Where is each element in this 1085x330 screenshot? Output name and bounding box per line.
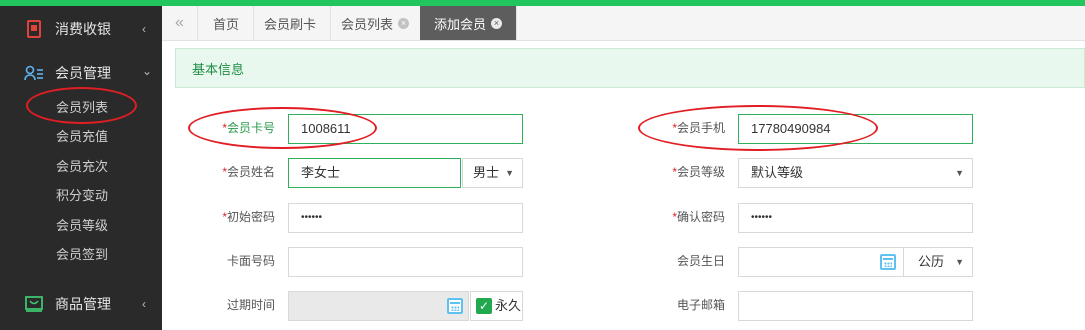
tab-label: 首页 xyxy=(213,16,240,32)
phone-label: *会员手机 xyxy=(672,121,725,135)
level-label: *会员等级 xyxy=(672,165,725,179)
tab-home[interactable]: 首页 xyxy=(199,6,255,40)
email-label: 电子邮箱 xyxy=(676,298,725,312)
sidebar-group-label: 会员管理 xyxy=(55,65,111,81)
close-icon[interactable]: × xyxy=(491,17,503,29)
phone-input[interactable]: 17780490984 xyxy=(738,114,973,144)
calendar-type-select[interactable]: 公历 ▼ xyxy=(903,247,973,277)
chevron-left-icon: ‹ xyxy=(142,297,146,311)
init-password-input[interactable]: •••••• xyxy=(288,203,523,233)
chevron-down-icon: ⌄ xyxy=(142,64,153,78)
confirm-password-input[interactable]: •••••• xyxy=(738,203,973,233)
tab-bar: « 首页 会员刷卡 会员列表 × 添加会员 × xyxy=(162,6,1085,41)
checkbox-checked-icon[interactable]: ✓ xyxy=(476,298,492,314)
chevron-left-icon: ‹ xyxy=(142,22,146,36)
confirm-password-label: *确认密码 xyxy=(672,210,725,224)
card-face-no-label: 卡面号码 xyxy=(226,254,275,268)
sidebar-item-member-recharge[interactable]: 会员充值 xyxy=(56,127,108,147)
sidebar-item-points-change[interactable]: 积分变动 xyxy=(56,186,108,206)
goods-icon xyxy=(24,294,44,314)
sidebar-group-label: 消费收银 xyxy=(55,21,111,37)
forever-label: 永久 xyxy=(495,298,522,313)
card-face-no-input[interactable] xyxy=(288,247,523,277)
birthday-label: 会员生日 xyxy=(676,254,725,268)
sidebar-group-goods[interactable]: 商品管理 ‹ xyxy=(0,286,162,322)
section-title: 基本信息 xyxy=(192,61,245,77)
tab-scroll-left-button[interactable]: « xyxy=(162,6,198,40)
close-icon[interactable]: × xyxy=(398,17,410,29)
init-password-label: *初始密码 xyxy=(222,210,275,224)
gender-select[interactable]: 男士 ▼ xyxy=(462,158,523,188)
sidebar-group-label: 商品管理 xyxy=(55,296,111,312)
caret-down-icon: ▼ xyxy=(505,168,514,178)
section-header: 基本信息 xyxy=(175,48,1085,88)
tab-add-member[interactable]: 添加会员 × xyxy=(420,6,518,40)
tab-member-list[interactable]: 会员列表 × xyxy=(327,6,425,40)
tab-label: 添加会员 xyxy=(434,16,487,32)
expire-label: 过期时间 xyxy=(226,298,275,312)
tab-label: 会员列表 xyxy=(341,16,394,32)
sidebar: 消费收银 ‹ 会员管理 ⌄ 会员列表 会员充值 会员充次 积分变动 会员等级 会… xyxy=(0,6,162,330)
forever-checkbox-group[interactable]: ✓ 永久 xyxy=(470,291,523,321)
cashier-icon xyxy=(24,19,44,39)
calendar-icon[interactable] xyxy=(880,254,896,270)
expire-input[interactable] xyxy=(288,291,469,321)
name-label: *会员姓名 xyxy=(222,165,275,179)
caret-down-icon: ▼ xyxy=(955,168,964,178)
caret-down-icon: ▼ xyxy=(955,257,964,267)
sidebar-item-member-checkin[interactable]: 会员签到 xyxy=(56,245,108,265)
name-input[interactable]: 李女士 xyxy=(288,158,461,188)
card-no-input[interactable]: 1008611 xyxy=(288,114,523,144)
tab-member-card-swipe[interactable]: 会员刷卡 xyxy=(250,6,332,40)
level-select[interactable]: 默认等级 ▼ xyxy=(738,158,973,188)
sidebar-item-member-list[interactable]: 会员列表 xyxy=(56,98,108,118)
email-input[interactable] xyxy=(738,291,973,321)
sidebar-item-member-times[interactable]: 会员充次 xyxy=(56,157,108,177)
member-icon xyxy=(24,63,44,83)
calendar-icon[interactable] xyxy=(447,298,463,314)
card-no-label: *会员卡号 xyxy=(222,121,275,135)
sidebar-item-member-level[interactable]: 会员等级 xyxy=(56,216,108,236)
sidebar-group-members[interactable]: 会员管理 ⌄ xyxy=(0,55,162,91)
sidebar-group-cashier[interactable]: 消费收银 ‹ xyxy=(0,11,162,47)
tab-label: 会员刷卡 xyxy=(264,16,317,32)
